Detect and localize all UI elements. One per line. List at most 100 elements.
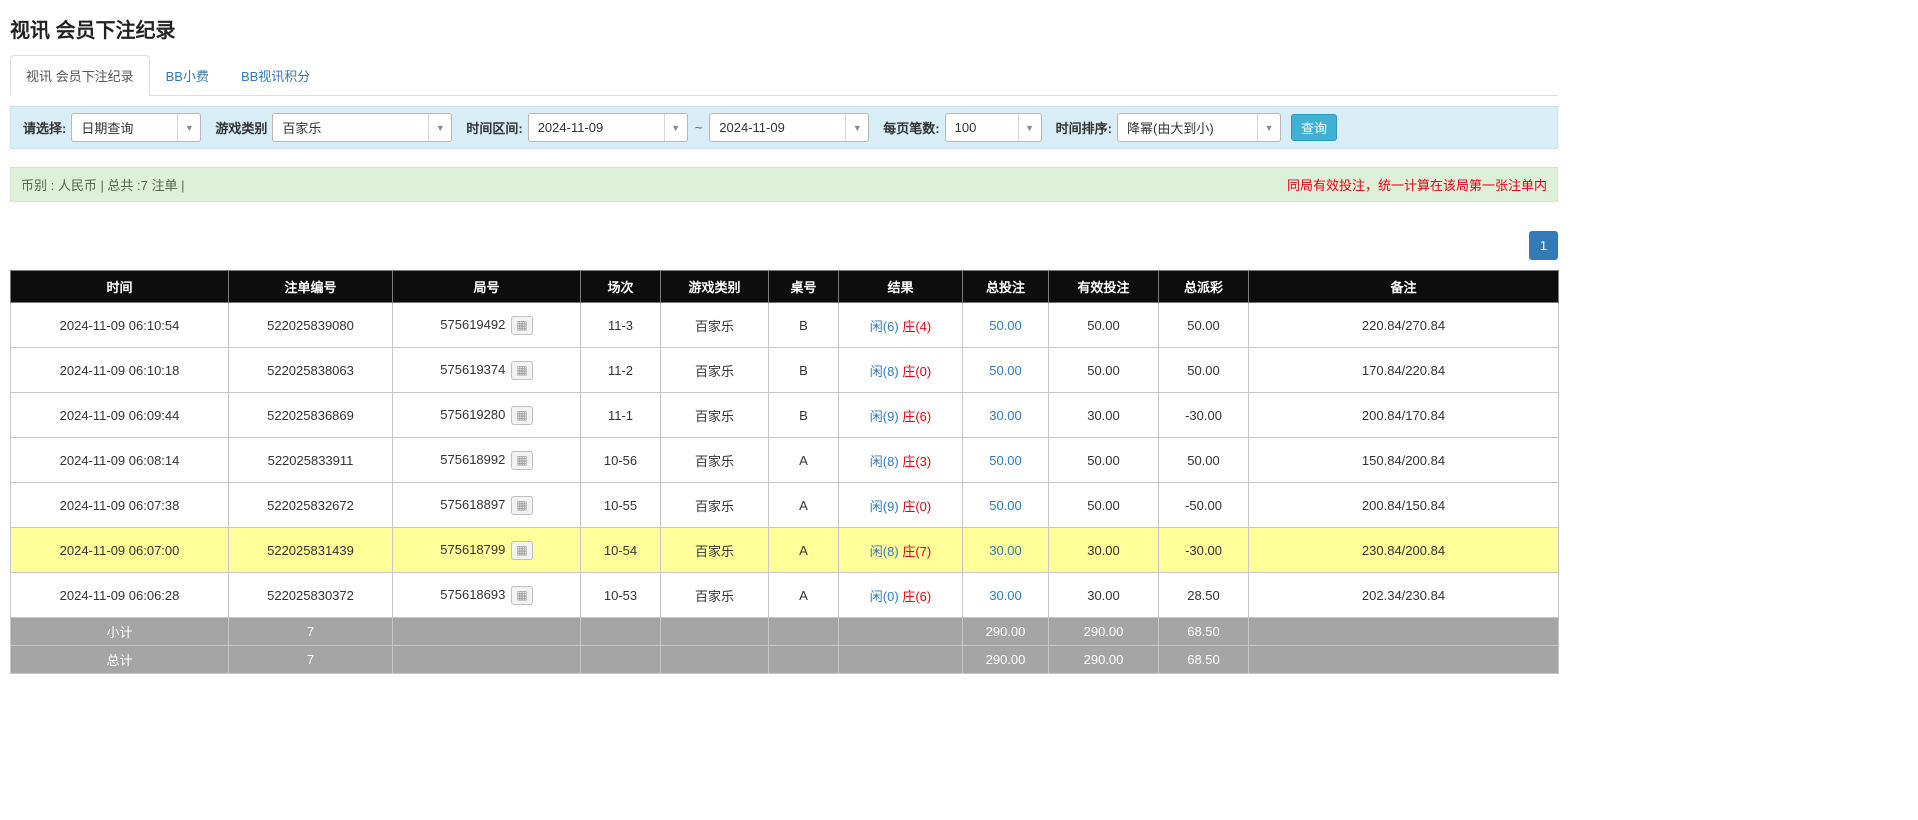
- game-type-select[interactable]: 百家乐 ▼: [272, 113, 452, 142]
- cell-total-bet: 30.00: [963, 393, 1049, 438]
- cell-result: 闲(8) 庄(7): [839, 528, 963, 573]
- cell-round: 575619492▦: [393, 303, 581, 348]
- page-size-label: 每页笔数:: [883, 118, 939, 137]
- summary-total-bet: 290.00: [963, 646, 1049, 674]
- table-row: 2024-11-09 06:10:54522025839080575619492…: [11, 303, 1559, 348]
- cell-empty: [581, 618, 661, 646]
- cell-time: 2024-11-09 06:10:18: [11, 348, 229, 393]
- column-header: 备注: [1249, 271, 1559, 303]
- column-header: 总投注: [963, 271, 1049, 303]
- cell-time: 2024-11-09 06:07:38: [11, 483, 229, 528]
- summary-payout: 68.50: [1159, 618, 1249, 646]
- cell-empty: [1249, 618, 1559, 646]
- cell-game-type: 百家乐: [661, 438, 769, 483]
- round-detail-icon[interactable]: ▦: [511, 541, 532, 560]
- cell-empty: [661, 618, 769, 646]
- table-header-row: 时间注单编号局号场次游戏类别桌号结果总投注有效投注总派彩备注: [11, 271, 1559, 303]
- result-banker: 庄(7): [902, 544, 931, 559]
- cell-game-type: 百家乐: [661, 348, 769, 393]
- column-header: 游戏类别: [661, 271, 769, 303]
- round-detail-icon[interactable]: ▦: [511, 361, 532, 380]
- result-player: 闲(8): [870, 364, 899, 379]
- cell-valid-bet: 50.00: [1049, 348, 1159, 393]
- cell-valid-bet: 50.00: [1049, 438, 1159, 483]
- sort-order-select[interactable]: 降幂(由大到小) ▼: [1117, 113, 1281, 142]
- summary-label: 总计: [11, 646, 229, 674]
- caret-down-icon: ▼: [177, 114, 200, 141]
- cell-remark: 150.84/200.84: [1249, 438, 1559, 483]
- round-detail-icon[interactable]: ▦: [511, 406, 532, 425]
- cell-total-bet: 50.00: [963, 348, 1049, 393]
- cell-empty: [661, 646, 769, 674]
- page-size-select[interactable]: 100 ▼: [945, 113, 1042, 142]
- cell-game-type: 百家乐: [661, 393, 769, 438]
- tab-3[interactable]: BB视讯积分: [225, 55, 326, 96]
- caret-down-icon: ▼: [1018, 114, 1041, 141]
- cell-time: 2024-11-09 06:10:54: [11, 303, 229, 348]
- total-bet-link[interactable]: 50.00: [989, 318, 1022, 333]
- round-detail-icon[interactable]: ▦: [511, 586, 532, 605]
- cell-table-no: A: [769, 528, 839, 573]
- sort-order-label: 时间排序:: [1056, 118, 1112, 137]
- cell-empty: [1249, 646, 1559, 674]
- total-bet-link[interactable]: 50.00: [989, 363, 1022, 378]
- cell-game-type: 百家乐: [661, 573, 769, 618]
- column-header: 有效投注: [1049, 271, 1159, 303]
- cell-payout: 50.00: [1159, 303, 1249, 348]
- column-header: 注单编号: [229, 271, 393, 303]
- total-bet-link[interactable]: 30.00: [989, 588, 1022, 603]
- cell-payout: -50.00: [1159, 483, 1249, 528]
- cell-game-type: 百家乐: [661, 483, 769, 528]
- query-type-select[interactable]: 日期查询 ▼: [71, 113, 201, 142]
- summary-row: 小计7290.00290.0068.50: [11, 618, 1559, 646]
- cell-total-bet: 30.00: [963, 573, 1049, 618]
- date-from-select[interactable]: 2024-11-09 ▼: [528, 113, 688, 142]
- column-header: 总派彩: [1159, 271, 1249, 303]
- cell-session: 11-2: [581, 348, 661, 393]
- cell-result: 闲(9) 庄(6): [839, 393, 963, 438]
- page-title: 视讯 会员下注纪录: [10, 14, 1558, 43]
- cell-session: 10-54: [581, 528, 661, 573]
- round-detail-icon[interactable]: ▦: [511, 316, 532, 335]
- cell-bet-id: 522025839080: [229, 303, 393, 348]
- round-detail-icon[interactable]: ▦: [511, 496, 532, 515]
- query-type-value: 日期查询: [72, 118, 139, 137]
- cell-result: 闲(8) 庄(3): [839, 438, 963, 483]
- summary-valid-bet: 290.00: [1049, 618, 1159, 646]
- caret-down-icon: ▼: [1257, 114, 1280, 141]
- cell-table-no: B: [769, 303, 839, 348]
- cell-bet-id: 522025836869: [229, 393, 393, 438]
- result-player: 闲(0): [870, 589, 899, 604]
- total-bet-link[interactable]: 30.00: [989, 408, 1022, 423]
- total-bet-link[interactable]: 50.00: [989, 453, 1022, 468]
- cell-remark: 202.34/230.84: [1249, 573, 1559, 618]
- round-detail-icon[interactable]: ▦: [511, 451, 532, 470]
- result-player: 闲(9): [870, 409, 899, 424]
- result-player: 闲(8): [870, 544, 899, 559]
- summary-info-bar: 币别 : 人民币 | 总共 :7 注单 | 同局有效投注，统一计算在该局第一张注…: [10, 167, 1558, 202]
- total-bet-link[interactable]: 30.00: [989, 543, 1022, 558]
- result-banker: 庄(0): [902, 364, 931, 379]
- cell-payout: -30.00: [1159, 393, 1249, 438]
- cell-round: 575618799▦: [393, 528, 581, 573]
- cell-total-bet: 50.00: [963, 438, 1049, 483]
- column-header: 桌号: [769, 271, 839, 303]
- cell-table-no: B: [769, 348, 839, 393]
- query-button[interactable]: 查询: [1291, 114, 1337, 141]
- cell-result: 闲(6) 庄(4): [839, 303, 963, 348]
- tab-2[interactable]: BB小费: [150, 55, 225, 96]
- tab-1[interactable]: 视讯 会员下注纪录: [10, 55, 150, 96]
- summary-payout: 68.50: [1159, 646, 1249, 674]
- table-row: 2024-11-09 06:07:38522025832672575618897…: [11, 483, 1559, 528]
- round-number: 575618992: [440, 451, 505, 466]
- cell-empty: [769, 646, 839, 674]
- date-to-select[interactable]: 2024-11-09 ▼: [709, 113, 869, 142]
- summary-count: 7: [229, 646, 393, 674]
- summary-row: 总计7290.00290.0068.50: [11, 646, 1559, 674]
- total-bet-link[interactable]: 50.00: [989, 498, 1022, 513]
- cell-bet-id: 522025832672: [229, 483, 393, 528]
- cell-table-no: B: [769, 393, 839, 438]
- pagination-page-1[interactable]: 1: [1529, 231, 1558, 260]
- cell-result: 闲(8) 庄(0): [839, 348, 963, 393]
- summary-valid-bet: 290.00: [1049, 646, 1159, 674]
